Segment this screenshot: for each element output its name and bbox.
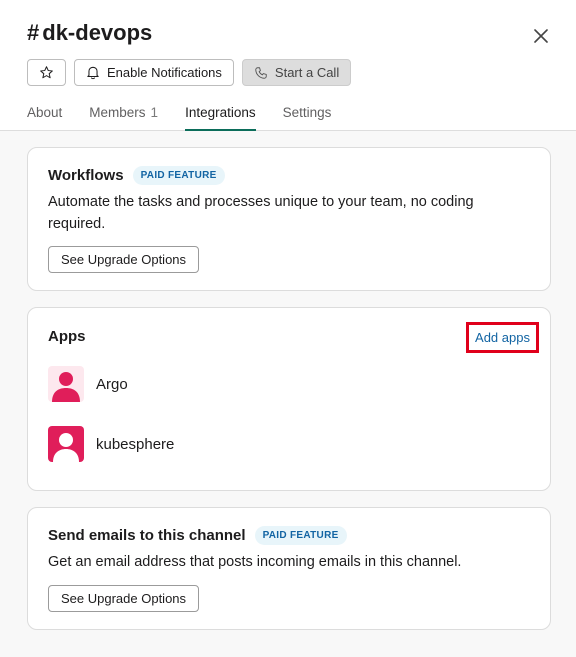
tab-members[interactable]: Members 1 [89, 105, 158, 131]
workflows-title: Workflows PAID FEATURE [48, 166, 225, 185]
paid-feature-badge: PAID FEATURE [132, 166, 225, 185]
tab-about[interactable]: About [27, 105, 62, 131]
emails-upgrade-button[interactable]: See Upgrade Options [48, 585, 200, 612]
workflows-upgrade-button[interactable]: See Upgrade Options [48, 246, 200, 273]
enable-notifications-button[interactable]: Enable Notifications [74, 59, 234, 86]
workflows-card: Workflows PAID FEATURE Automate the task… [27, 147, 551, 291]
workflows-title-text: Workflows [48, 167, 124, 184]
integrations-panel: Workflows PAID FEATURE Automate the task… [0, 131, 576, 657]
paid-feature-badge: PAID FEATURE [254, 526, 347, 545]
app-item-kubesphere[interactable]: kubesphere [48, 426, 174, 462]
tab-settings[interactable]: Settings [283, 105, 332, 131]
add-apps-link[interactable]: Add apps [466, 322, 539, 353]
app-item-argo[interactable]: Argo [48, 366, 128, 402]
app-name: kubesphere [96, 435, 175, 453]
header-actions: Enable Notifications Start a Call [27, 59, 352, 86]
close-icon [534, 29, 548, 43]
star-icon [40, 66, 53, 79]
emails-title-text: Send emails to this channel [48, 527, 246, 544]
start-call-button[interactable]: Start a Call [241, 59, 352, 86]
tab-settings-label: Settings [282, 105, 332, 120]
close-button[interactable] [529, 24, 553, 48]
apps-title: Apps [48, 328, 86, 345]
tab-members-label: Members [89, 105, 146, 120]
emails-title: Send emails to this channel PAID FEATURE [48, 526, 347, 545]
tab-integrations-label: Integrations [185, 105, 256, 120]
channel-title: # dk-devops [27, 20, 152, 46]
user-avatar-icon [48, 426, 84, 462]
workflows-description: Automate the tasks and processes unique … [48, 194, 474, 232]
star-button[interactable] [27, 59, 66, 86]
channel-header: # dk-devops Enable Notifications Start a… [0, 0, 576, 131]
bell-icon [87, 66, 99, 80]
phone-icon [255, 66, 267, 79]
tab-about-label: About [27, 105, 63, 120]
start-call-label: Start a Call [274, 65, 340, 80]
members-count: 1 [150, 105, 159, 120]
tab-integrations[interactable]: Integrations [185, 105, 256, 131]
channel-hash: # [27, 20, 40, 45]
channel-tabs: About Members 1 Integrations Settings [27, 105, 358, 131]
channel-name: dk-devops [42, 20, 153, 45]
emails-card: Send emails to this channel PAID FEATURE… [27, 507, 551, 630]
user-avatar-icon [48, 366, 84, 402]
app-name: Argo [96, 375, 128, 393]
apps-card: Apps Add apps Argo kubesphere [27, 307, 551, 491]
enable-notifications-label: Enable Notifications [107, 65, 222, 80]
emails-description: Get an email address that posts incoming… [48, 554, 462, 570]
